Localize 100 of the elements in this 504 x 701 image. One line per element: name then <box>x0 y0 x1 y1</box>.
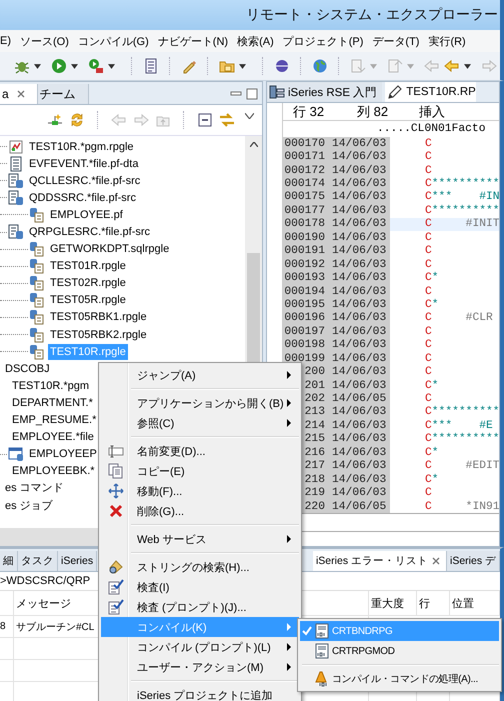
sequence-number: 000199 <box>284 352 325 365</box>
run-icon[interactable] <box>51 58 67 74</box>
menu-item[interactable]: ジャンプ(A) <box>101 365 299 385</box>
code-line: C*** #E <box>424 419 494 432</box>
sphere-icon[interactable] <box>274 58 290 74</box>
tree-item[interactable]: es コマンド <box>3 480 66 496</box>
document-icon[interactable] <box>143 58 159 74</box>
tree-item[interactable]: TEST01R.rpgle <box>48 258 128 274</box>
tree-item[interactable]: EMPLOYEE.pf <box>48 206 125 223</box>
refresh-icon[interactable] <box>69 112 85 128</box>
menu-item[interactable]: 名前変更(D)... <box>101 441 299 461</box>
tree-item[interactable]: EMP_RESUME.* <box>10 412 98 428</box>
sequence-number: 000196 <box>284 312 325 324</box>
menu-item[interactable]: iSeries プロジェクトに追加 <box>101 685 299 701</box>
maximize-icon[interactable] <box>246 88 258 100</box>
menu-item[interactable]: ユーザー・アクション(M) <box>101 657 299 677</box>
menu-item[interactable]: コンパイル・コマンドの処理(A)... <box>300 669 499 689</box>
tree-item[interactable]: es ジョブ <box>3 498 55 514</box>
view-tab[interactable]: iSeries <box>58 551 98 571</box>
code-line: C #EDIT <box>424 460 499 473</box>
menu-item[interactable]: Web サービス <box>101 529 299 549</box>
menu-item[interactable]: データ(T) <box>372 34 420 48</box>
editor-tab[interactable]: iSeries RSE 入門 <box>267 82 382 102</box>
menu-item[interactable]: コピー(E) <box>101 461 299 481</box>
column-header[interactable]: 行 <box>417 591 450 615</box>
menu-item[interactable]: 実行(R) <box>428 34 466 48</box>
sequence-number: 000175 <box>284 191 325 204</box>
caret-icon[interactable] <box>34 64 41 68</box>
line-date: 14/06/03 <box>332 204 386 217</box>
view-tab[interactable]: チーム <box>38 84 89 104</box>
member-icon <box>29 292 45 308</box>
tree-item[interactable]: QDDSSRC.*file.pf-src <box>27 190 138 206</box>
insert-mode-status: 挿入 <box>419 102 445 120</box>
checkmark-icon <box>302 626 312 636</box>
menu-item[interactable]: 検査(I) <box>101 577 299 597</box>
menu-item[interactable]: アプリケーションから開く(B) <box>101 393 299 413</box>
menu-item[interactable]: コンパイル(G) <box>78 34 149 48</box>
line-date: 14/06/03 <box>332 487 386 500</box>
menu-item[interactable]: ナビゲート(N) <box>158 34 228 48</box>
pencil-icon <box>387 84 404 100</box>
tree-item[interactable]: TEST10R.*pgm.rpgle <box>27 138 136 155</box>
sequence-number: 000198 <box>284 339 325 352</box>
tree-item[interactable]: EMPLOYEE.*file <box>10 429 96 446</box>
menu-item[interactable]: プロジェクト(P) <box>282 34 364 48</box>
tree-item[interactable]: TEST02R.rpgle <box>48 275 128 292</box>
tree-item[interactable]: EMPLOYEEP <box>27 446 99 462</box>
tree-item[interactable]: DSCOBJ <box>3 360 52 377</box>
view-tab[interactable]: タスク <box>18 551 58 571</box>
pen-icon[interactable] <box>181 58 197 74</box>
menu-item[interactable]: ストリングの検索(H)... <box>101 557 299 577</box>
tree-item[interactable]: TEST05R.rpgle <box>48 292 128 308</box>
editor-tab[interactable]: TEST10R.RP <box>385 82 476 102</box>
menu-item[interactable]: 検査 (プロンプト)(J)... <box>101 597 299 617</box>
menu-item[interactable]: コンパイル (プロンプト)(L) <box>101 637 299 657</box>
sequence-number: 213 <box>304 406 325 418</box>
code-line: C* <box>424 271 440 285</box>
tree-item[interactable]: TEST05RBK2.rpgle <box>48 326 149 343</box>
tree-item[interactable]: GETWORKDPT.sqlrpgle <box>48 241 172 258</box>
line-date: 14/06/03 <box>332 232 386 244</box>
menu-item[interactable]: E) <box>0 35 11 47</box>
line-date: 14/06/03 <box>332 474 386 486</box>
collapse-all-icon[interactable] <box>197 112 213 128</box>
globe-icon[interactable] <box>312 58 328 74</box>
line-date: 14/06/03 <box>332 446 386 459</box>
menu-item[interactable]: 参照(C) <box>101 413 299 433</box>
caret-icon[interactable] <box>108 64 115 68</box>
view-tab[interactable]: iSeries エラー・リスト <box>312 551 447 571</box>
connection-icon[interactable] <box>47 112 63 128</box>
column-header[interactable]: 位置 <box>450 591 500 615</box>
view-tab[interactable]: iSeries デ <box>446 551 500 571</box>
caret-icon[interactable] <box>71 64 78 68</box>
tree-item[interactable]: TEST10R.*pgm <box>10 378 92 394</box>
binary-file-icon <box>314 623 330 639</box>
link-icon[interactable] <box>219 112 235 128</box>
menu-item[interactable]: 移動(F)... <box>101 481 299 501</box>
run-tool-icon[interactable] <box>88 58 104 74</box>
tree-item[interactable]: QCLLESRC.*file.pf-src <box>27 172 142 189</box>
code-line: C <box>424 338 433 352</box>
caret-icon[interactable] <box>464 64 471 68</box>
tree-item[interactable]: DEPARTMENT.* <box>10 394 95 411</box>
column-header[interactable]: 重大度 <box>369 591 417 615</box>
view-tab[interactable]: a <box>0 84 38 104</box>
line-date: 14/06/03 <box>332 406 386 418</box>
sequence-number: 000197 <box>284 326 325 338</box>
tree-item[interactable]: EVFEVENT.*file.pf-dta <box>27 156 140 172</box>
tree-item[interactable]: TEST05RBK1.rpgle <box>48 309 149 326</box>
caret-icon[interactable] <box>239 64 246 68</box>
line-date: 14/06/03 <box>332 420 386 432</box>
view-menu-icon[interactable] <box>245 113 254 119</box>
menu-item[interactable]: 検索(A) <box>237 34 274 48</box>
scroll-up-icon[interactable] <box>250 142 258 147</box>
tree-item[interactable]: QRPGLESRC.*file.pf-src <box>27 224 152 240</box>
menu-item[interactable]: 削除(G)... <box>101 501 299 521</box>
view-tab[interactable]: 細 <box>0 551 18 571</box>
tree-item[interactable]: EMPLOYEEBK.* <box>10 463 97 480</box>
close-icon[interactable] <box>432 557 440 565</box>
menu-item[interactable]: CRTRPGMOD <box>300 641 499 661</box>
line-date: 14/06/03 <box>332 298 386 311</box>
menu-item[interactable]: ソース(O) <box>20 34 69 48</box>
close-icon[interactable] <box>16 90 25 98</box>
